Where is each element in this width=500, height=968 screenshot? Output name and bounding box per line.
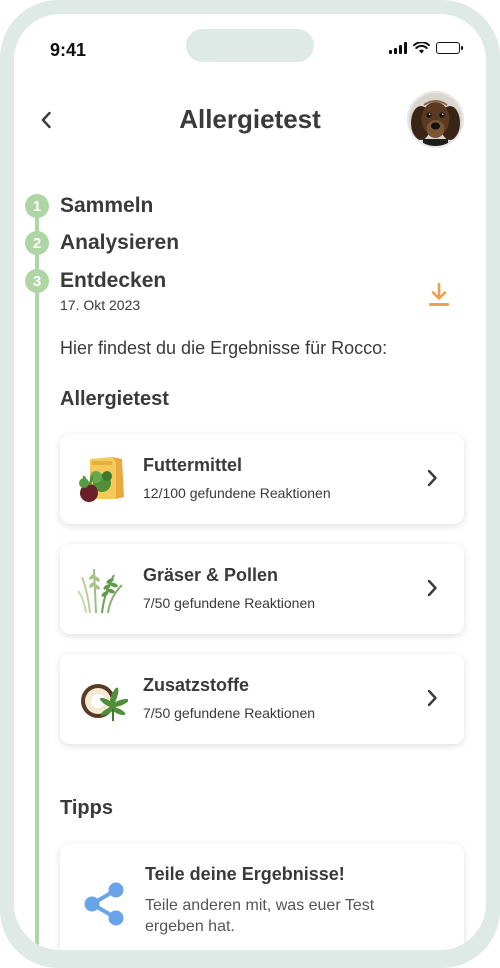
result-card-graeser-pollen[interactable]: Gräser & Pollen 7/50 gefundene Reaktione… bbox=[60, 544, 464, 634]
step-analysieren: 2 Analysieren bbox=[25, 231, 179, 255]
step-sammeln: 1 Sammeln bbox=[25, 194, 153, 218]
section-title-tipps: Tipps bbox=[60, 797, 113, 819]
battery-icon bbox=[436, 42, 463, 54]
step-entdecken: 3 Entdecken bbox=[25, 269, 166, 293]
section-title-allergietest: Allergietest bbox=[60, 388, 169, 410]
share-icon bbox=[84, 882, 124, 926]
dog-avatar[interactable] bbox=[407, 91, 464, 148]
card-subtitle: 7/50 gefundene Reaktionen bbox=[143, 705, 316, 721]
card-title: Gräser & Pollen bbox=[143, 565, 279, 585]
cellular-signal-icon bbox=[389, 42, 407, 54]
card-title: Futtermittel bbox=[143, 455, 242, 475]
phone-frame: 9:41 Allergietest 1 Sammeln 2 Analysiere… bbox=[0, 0, 500, 968]
result-card-zusatzstoffe[interactable]: Zusatzstoffe 7/50 gefundene Reaktionen bbox=[60, 654, 464, 744]
step-number: 1 bbox=[25, 194, 49, 218]
status-time: 9:41 bbox=[50, 40, 87, 60]
step-number: 3 bbox=[25, 269, 49, 293]
app-screen: 9:41 Allergietest 1 Sammeln 2 Analysiere… bbox=[14, 14, 486, 950]
tip-text: Teile anderen mit, was euer Test ergeben… bbox=[145, 897, 375, 935]
dachshund-avatar-image bbox=[409, 93, 462, 146]
dynamic-island bbox=[186, 29, 314, 62]
intro-text: Hier findest du die Ergebnisse für Rocco… bbox=[60, 338, 388, 358]
wifi-icon bbox=[413, 42, 430, 54]
share-button[interactable] bbox=[80, 880, 130, 928]
card-subtitle: 12/100 gefundene Reaktionen bbox=[143, 485, 331, 501]
status-icons bbox=[389, 42, 463, 54]
step-label: Sammeln bbox=[60, 194, 154, 217]
grass-icon bbox=[77, 568, 123, 614]
step-label: Entdecken bbox=[60, 269, 167, 292]
step-number: 2 bbox=[25, 231, 49, 255]
timeline-line bbox=[35, 204, 39, 950]
tip-title: Teile deine Ergebnisse! bbox=[145, 864, 345, 884]
card-title: Zusatzstoffe bbox=[143, 675, 250, 695]
chevron-right-icon bbox=[427, 689, 437, 707]
coconut-leaf-icon bbox=[81, 684, 128, 721]
step-label: Analysieren bbox=[60, 231, 180, 254]
download-button[interactable] bbox=[425, 280, 453, 310]
result-card-futtermittel[interactable]: Futtermittel 12/100 gefundene Reaktionen bbox=[60, 434, 464, 524]
tip-card-share: Teile deine Ergebnisse! Teile anderen mi… bbox=[60, 844, 464, 950]
card-subtitle: 7/50 gefundene Reaktionen bbox=[143, 595, 316, 611]
download-icon bbox=[429, 282, 449, 306]
step-date: 17. Okt 2023 bbox=[60, 297, 141, 313]
chevron-right-icon bbox=[427, 469, 437, 487]
chevron-right-icon bbox=[427, 579, 437, 597]
food-bag-icon bbox=[79, 457, 124, 502]
